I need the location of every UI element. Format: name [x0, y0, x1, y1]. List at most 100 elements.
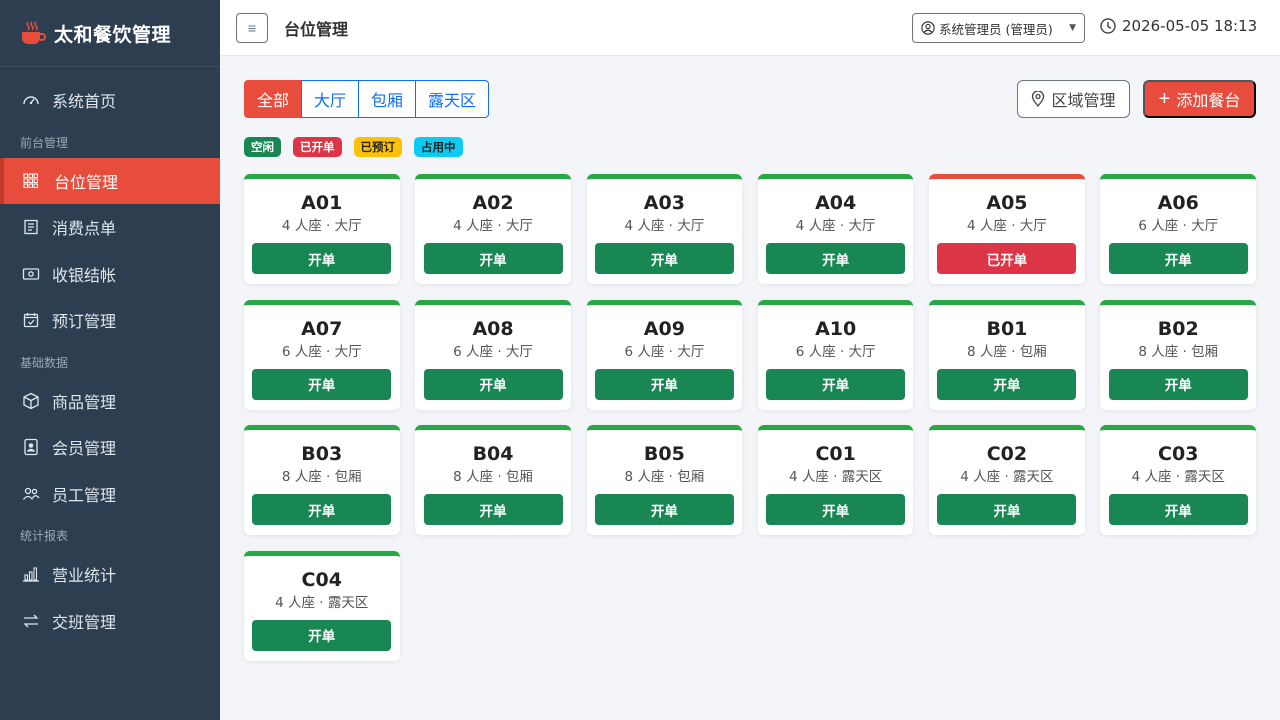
filter-button[interactable]: 露天区 [415, 80, 490, 118]
table-meta: 6 人座 · 大厅 [453, 343, 533, 360]
table-name: C01 [815, 443, 856, 465]
sidebar-item-shift[interactable]: 交班管理 [0, 598, 220, 645]
sidebar-item-reservations[interactable]: 预订管理 [0, 297, 220, 344]
table-meta: 4 人座 · 露天区 [1131, 469, 1225, 485]
table-name: B05 [643, 443, 685, 465]
open-order-button[interactable]: 开单 [252, 243, 392, 274]
table-card: A02 4 人座 · 大厅 开单 [415, 174, 571, 284]
chevron-down-icon: ▼ [1069, 23, 1076, 33]
sidebar-item-stats[interactable]: 营业统计 [0, 551, 220, 598]
sidebar-toggle-button[interactable]: ≡ [236, 12, 268, 43]
bar-chart-icon [22, 565, 40, 583]
open-order-button[interactable]: 开单 [766, 494, 906, 525]
table-name: B01 [986, 317, 1028, 340]
user-circle-icon [921, 21, 935, 35]
calendar-check-icon [22, 311, 40, 329]
datetime-text: 2026-05-05 18:13 [1122, 17, 1258, 35]
table-card: B04 8 人座 · 包厢 开单 [415, 425, 571, 535]
open-order-button[interactable]: 开单 [1108, 368, 1248, 400]
user-menu-dropdown[interactable]: 系统管理员 (管理员) ▼ [912, 13, 1085, 43]
top-header: ≡ 台位管理 系统管理员 (管理员) ▼ 2026-05-05 18:13 [220, 0, 1280, 56]
open-order-button[interactable]: 开单 [1108, 494, 1248, 525]
add-table-button[interactable]: + 添加餐台 [1143, 80, 1256, 118]
brand[interactable]: 太和餐饮管理 [0, 0, 220, 67]
sidebar-item-label: 收银结帐 [52, 265, 117, 285]
table-card: A01 4 人座 · 大厅 开单 [244, 174, 400, 284]
table-meta: 8 人座 · 包厢 [453, 469, 533, 485]
table-card: A10 6 人座 · 大厅 开单 [757, 299, 914, 410]
coffee-cup-icon [20, 20, 46, 46]
sidebar-item-label: 营业统计 [52, 566, 117, 586]
table-card: A07 6 人座 · 大厅 开单 [244, 299, 400, 410]
box-icon [22, 392, 40, 410]
table-name: A04 [815, 192, 857, 214]
table-card: C03 4 人座 · 露天区 开单 [1100, 425, 1256, 535]
table-name: A03 [643, 192, 685, 214]
table-meta: 4 人座 · 露天区 [960, 469, 1054, 485]
sidebar-item-checkout[interactable]: 收银结帐 [0, 251, 220, 298]
nav-section-title: 统计报表 [20, 529, 69, 543]
table-meta: 4 人座 · 大厅 [624, 218, 705, 234]
sidebar-item-members[interactable]: 会员管理 [0, 424, 220, 471]
filter-button[interactable]: 大厅 [301, 80, 360, 118]
table-grid: A01 4 人座 · 大厅 开单 A02 4 人座 · 大厅 开单 A03 4 人座 · 大厅… [244, 174, 1256, 661]
table-card: A04 4 人座 · 大厅开单 [757, 174, 914, 284]
table-card: A03 4 人座 · 大厅开单 [586, 174, 743, 284]
table-meta: 6 人座 · 大厅 [1138, 218, 1219, 234]
cash-icon [22, 265, 40, 283]
open-order-button[interactable]: 开单 [423, 494, 563, 525]
table-card: C02 4 人座 · 露天区 开单 [929, 425, 1085, 535]
table-meta: 4 人座 · 大厅 [795, 218, 876, 234]
status-legend: 空闲 已开单 已预订 占用中 [244, 137, 475, 157]
table-name: A07 [301, 317, 343, 340]
arrows-swap-icon [22, 612, 40, 630]
open-order-button[interactable]: 开单 [937, 368, 1077, 400]
open-order-button[interactable]: 开单 [423, 243, 563, 274]
table-name: A09 [643, 317, 685, 340]
open-order-button[interactable]: 开单 [252, 494, 392, 525]
open-order-button[interactable]: 开单 [423, 368, 563, 400]
table-card: C04 4 人座 · 露天区 开单 [244, 550, 400, 661]
sidebar-item-tables[interactable]: 台位管理 [0, 157, 220, 204]
area-filter-group: 全部 大厅 包厢 露天区 [244, 80, 490, 118]
filter-button[interactable]: 包厢 [358, 80, 417, 118]
open-order-button[interactable]: 开单 [594, 368, 734, 400]
datetime-display: 2026-05-05 18:13 [1100, 17, 1257, 35]
open-order-button[interactable]: 开单 [766, 368, 906, 400]
table-card: B02 8 人座 · 包厢 开单 [1100, 299, 1256, 410]
table-name: A08 [472, 317, 514, 340]
sidebar-nav: 系统首页 前台管理 台位管理 消费点单 收银结帐 预订管理 基础数据 商品管理 会员管理 员工管理… [0, 67, 220, 644]
sidebar: 太和餐饮管理 系统首页 前台管理 台位管理 消费点单 收银结帐 预订管理 基础数据 商品管理会… [0, 0, 220, 720]
add-table-label: 添加餐台 [1176, 93, 1241, 110]
people-icon [22, 485, 40, 503]
table-meta: 4 人座 · 露天区 [275, 594, 369, 611]
sidebar-item-orders[interactable]: 消费点单 [0, 204, 220, 251]
table-name: B03 [301, 443, 343, 465]
clock-icon [1100, 18, 1116, 34]
filter-button[interactable]: 全部 [244, 80, 303, 118]
table-card: B05 8 人座 · 包厢 开单 [586, 425, 743, 535]
sidebar-item-label: 商品管理 [52, 392, 117, 412]
open-order-button[interactable]: 开单 [937, 494, 1077, 525]
menu-icon: ≡ [247, 19, 257, 36]
sidebar-item-home[interactable]: 系统首页 [0, 77, 220, 124]
table-card: B03 8 人座 · 包厢 开单 [244, 425, 400, 535]
user-label: 系统管理员 (管理员) [939, 21, 1053, 37]
open-order-button[interactable]: 开单 [766, 243, 906, 274]
sidebar-item-label: 交班管理 [52, 612, 117, 632]
page-title: 台位管理 [284, 19, 349, 39]
sidebar-item-staff[interactable]: 员工管理 [0, 471, 220, 518]
open-order-button[interactable]: 开单 [1108, 243, 1248, 274]
open-order-button[interactable]: 开单 [594, 494, 734, 525]
sidebar-item-products[interactable]: 商品管理 [0, 378, 220, 425]
open-order-button[interactable]: 开单 [252, 619, 392, 651]
open-order-button[interactable]: 开单 [252, 368, 392, 400]
status-badge: 已预订 [353, 137, 402, 157]
area-management-button[interactable]: 区域管理 [1017, 80, 1130, 118]
open-order-button[interactable]: 开单 [594, 243, 734, 274]
table-card: A08 6 人座 · 大厅开单 [415, 299, 571, 410]
sidebar-item-label: 台位管理 [54, 172, 119, 192]
opened-order-button[interactable]: 已开单 [937, 243, 1077, 274]
status-badge: 空闲 [244, 137, 281, 157]
nav-section-title: 基础数据 [20, 355, 69, 370]
